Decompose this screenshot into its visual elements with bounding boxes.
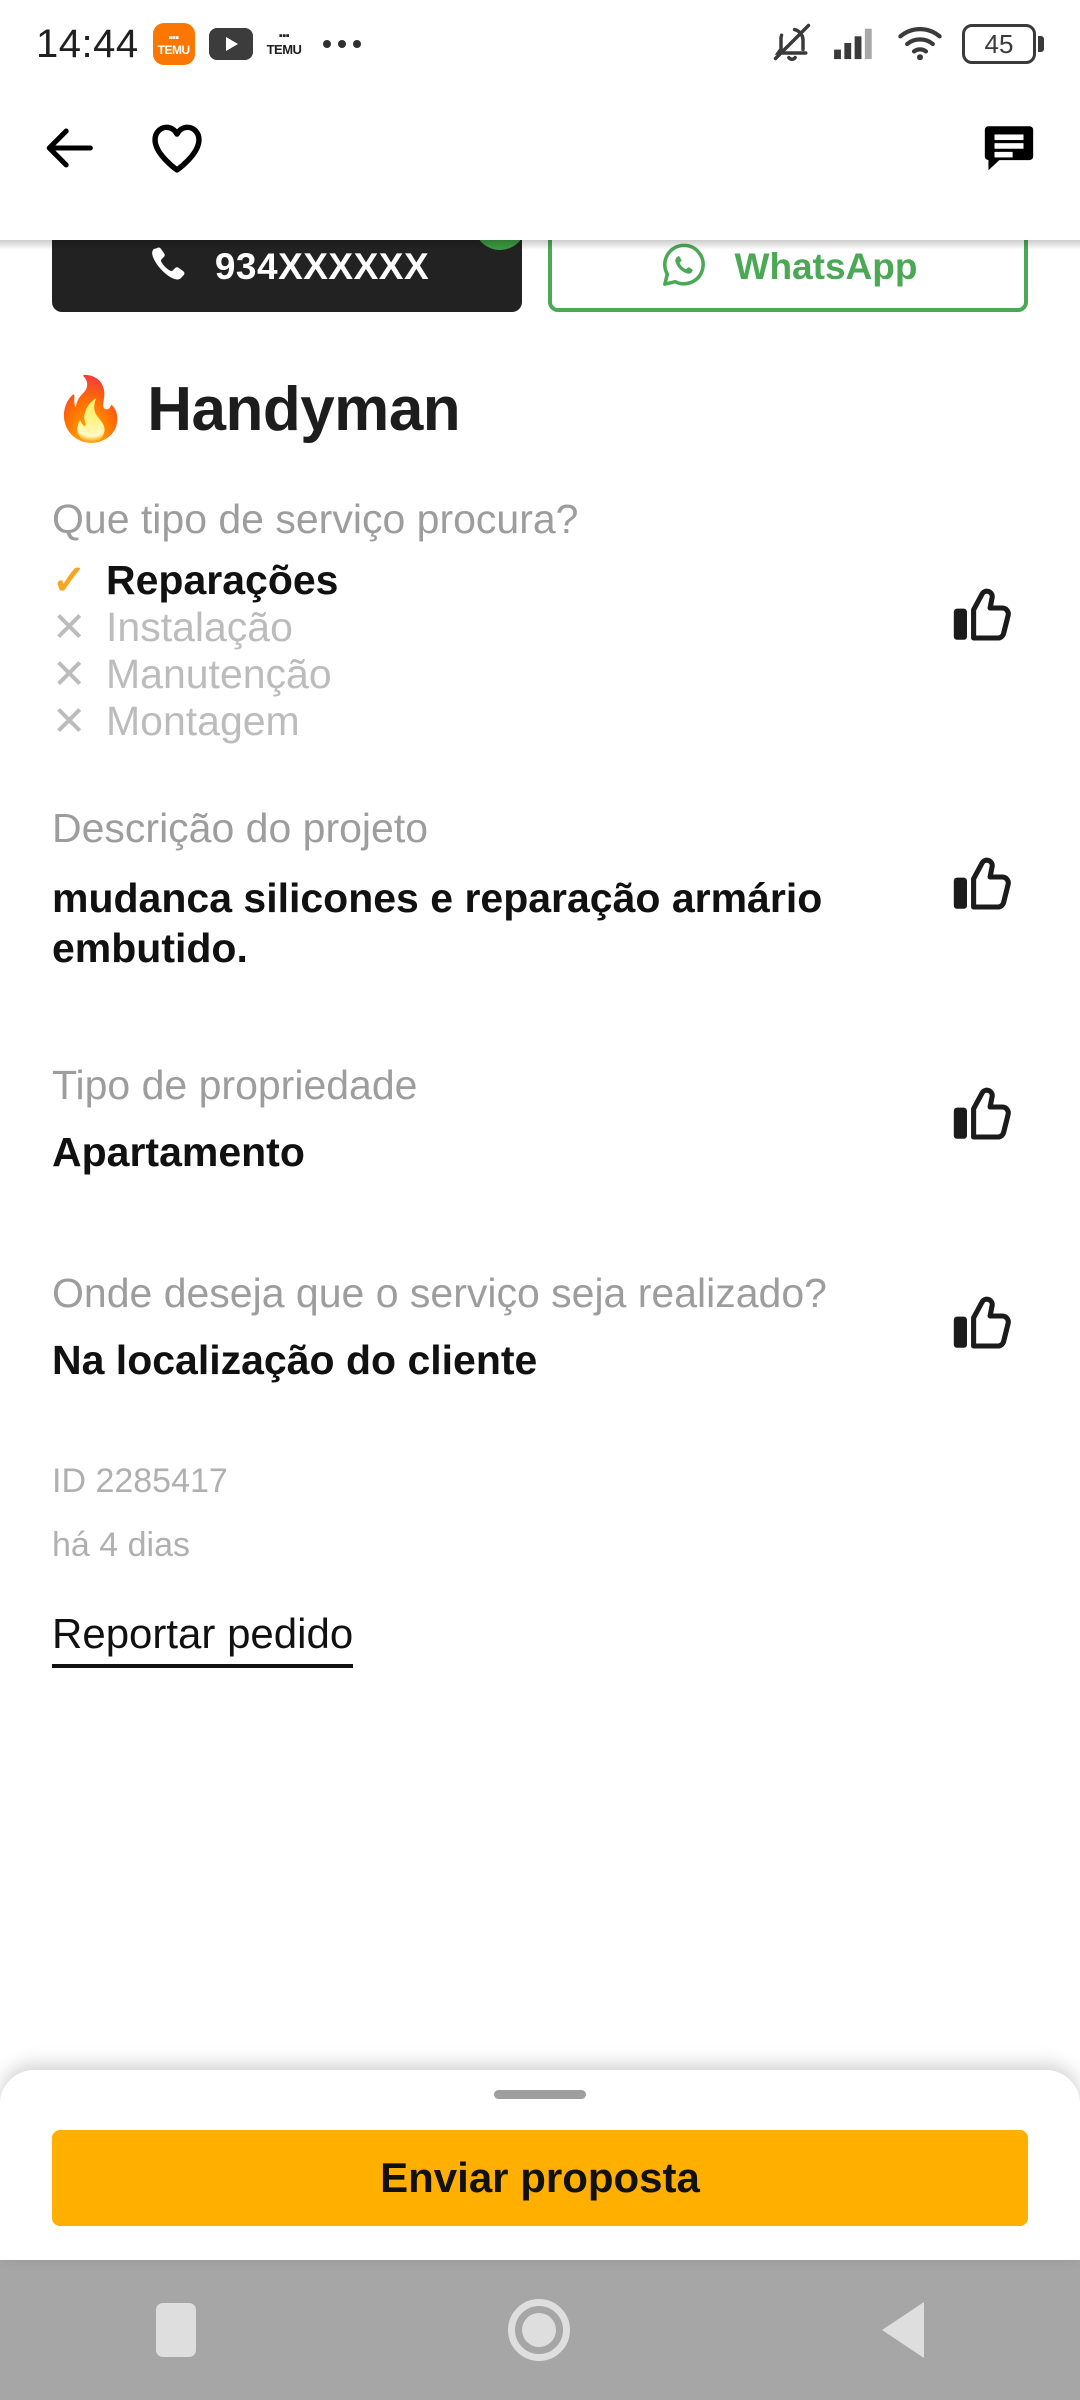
- whatsapp-label: WhatsApp: [734, 246, 918, 287]
- status-bar-right: 45: [770, 20, 1044, 69]
- app-bar: [0, 88, 1080, 213]
- list-item: ✕ Manutenção: [52, 651, 902, 698]
- field-location: Onde deseja que o serviço seja realizado…: [0, 1269, 1080, 1385]
- phone-icon: [145, 243, 189, 292]
- thumbs-up-button-property-type[interactable]: [942, 1080, 1028, 1157]
- list-item-label: Instalação: [106, 604, 293, 651]
- temu-app-icon: ▪▪▪ TEMU: [152, 23, 195, 65]
- thumbs-up-button-service-type[interactable]: [942, 581, 1028, 658]
- cross-icon: ✕: [52, 650, 87, 697]
- status-bar-left: 14:44 ▪▪▪ TEMU ▪▪▪ TEMU: [36, 21, 362, 67]
- field-location-body: Onde deseja que o serviço seja realizado…: [52, 1269, 942, 1385]
- field-property-type-body: Tipo de propriedade Apartamento: [52, 1061, 942, 1177]
- status-bar: 14:44 ▪▪▪ TEMU ▪▪▪ TEMU 45: [0, 0, 1080, 88]
- listing-posted-time: há 4 dias: [52, 1525, 190, 1564]
- thumbs-up-icon: [949, 1080, 1021, 1157]
- thumbs-up-icon: [949, 581, 1021, 658]
- fire-icon: 🔥: [52, 374, 130, 444]
- list-item: ✓ Reparações: [52, 557, 902, 604]
- circle-home-icon[interactable]: [508, 2299, 570, 2361]
- field-location-value: Na localização do cliente: [52, 1337, 538, 1384]
- list-item: ✕ Montagem: [52, 698, 902, 745]
- status-bar-clock: 14:44: [36, 21, 139, 66]
- page-title: 🔥 Handyman: [0, 374, 1080, 445]
- battery-level-label: 45: [984, 28, 1014, 59]
- field-service-type-label: Que tipo de serviço procura?: [52, 496, 579, 542]
- check-icon: ✓: [52, 557, 87, 604]
- bell-muted-icon: [770, 20, 814, 69]
- check-badge-icon: [474, 240, 526, 250]
- whatsapp-icon: [659, 240, 709, 295]
- thumbs-up-icon: [949, 1289, 1021, 1366]
- more-dots-icon: [323, 40, 362, 48]
- field-description-body: Descrição do projeto mudanca silicones e…: [52, 804, 942, 972]
- triangle-back-icon[interactable]: [882, 2302, 924, 2358]
- android-navigation-bar: [0, 2260, 1080, 2400]
- bottom-sheet: Enviar proposta: [0, 2070, 1080, 2260]
- list-item: ✕ Instalação: [52, 604, 902, 651]
- temu-icon-label: TEMU: [157, 42, 191, 57]
- listing-scroll-content[interactable]: 934XXXXXX WhatsApp 🔥 Handyman Que tipo d…: [0, 240, 1080, 2120]
- field-service-type-body: Que tipo de serviço procura? ✓ Reparaçõe…: [52, 495, 942, 744]
- field-property-type-value: Apartamento: [52, 1129, 305, 1176]
- send-proposal-button[interactable]: Enviar proposta: [52, 2130, 1028, 2226]
- temu-notification-label: TEMU: [266, 41, 302, 57]
- heart-outline-icon[interactable]: [146, 117, 208, 184]
- page-title-label: Handyman: [147, 375, 461, 444]
- wifi-icon: [896, 22, 944, 67]
- arrow-left-icon[interactable]: [42, 119, 100, 182]
- cellular-signal-icon: [832, 23, 878, 66]
- youtube-icon: [208, 28, 253, 60]
- battery-icon: 45: [962, 24, 1044, 64]
- thumbs-up-button-description[interactable]: [942, 850, 1028, 927]
- field-description-value: mudanca silicones e reparação armário em…: [52, 874, 823, 971]
- list-item-label: Reparações: [106, 557, 339, 604]
- field-description: Descrição do projeto mudanca silicones e…: [0, 804, 1080, 972]
- sheet-drag-handle[interactable]: [494, 2090, 586, 2099]
- phone-number-label: 934XXXXXX: [214, 246, 430, 287]
- field-property-type-label: Tipo de propriedade: [52, 1061, 418, 1108]
- thumbs-up-icon: [949, 850, 1021, 927]
- report-listing-link[interactable]: Reportar pedido: [52, 1610, 354, 1668]
- service-type-options: ✓ Reparações ✕ Instalação ✕ Manutenção ✕…: [52, 557, 902, 744]
- temu-notification-icon: ▪▪▪ TEMU: [266, 30, 302, 57]
- listing-meta: ID 2285417 há 4 dias: [0, 1464, 1080, 1562]
- chat-bubble-icon[interactable]: [980, 119, 1038, 182]
- cross-icon: ✕: [52, 697, 87, 744]
- cross-icon: ✕: [52, 604, 87, 651]
- list-item-label: Montagem: [106, 697, 300, 744]
- list-item-label: Manutenção: [106, 650, 332, 697]
- call-button[interactable]: 934XXXXXX: [52, 240, 526, 312]
- listing-id: ID 2285417: [52, 1461, 228, 1500]
- field-location-label: Onde deseja que o serviço seja realizado…: [52, 1270, 827, 1317]
- contact-actions: 934XXXXXX WhatsApp: [0, 240, 1080, 312]
- whatsapp-button[interactable]: WhatsApp: [548, 240, 1028, 312]
- square-recents-icon[interactable]: [156, 2303, 196, 2357]
- field-property-type: Tipo de propriedade Apartamento: [0, 1061, 1080, 1177]
- field-description-label: Descrição do projeto: [52, 805, 429, 852]
- field-service-type: Que tipo de serviço procura? ✓ Reparaçõe…: [0, 495, 1080, 744]
- thumbs-up-button-location[interactable]: [942, 1289, 1028, 1366]
